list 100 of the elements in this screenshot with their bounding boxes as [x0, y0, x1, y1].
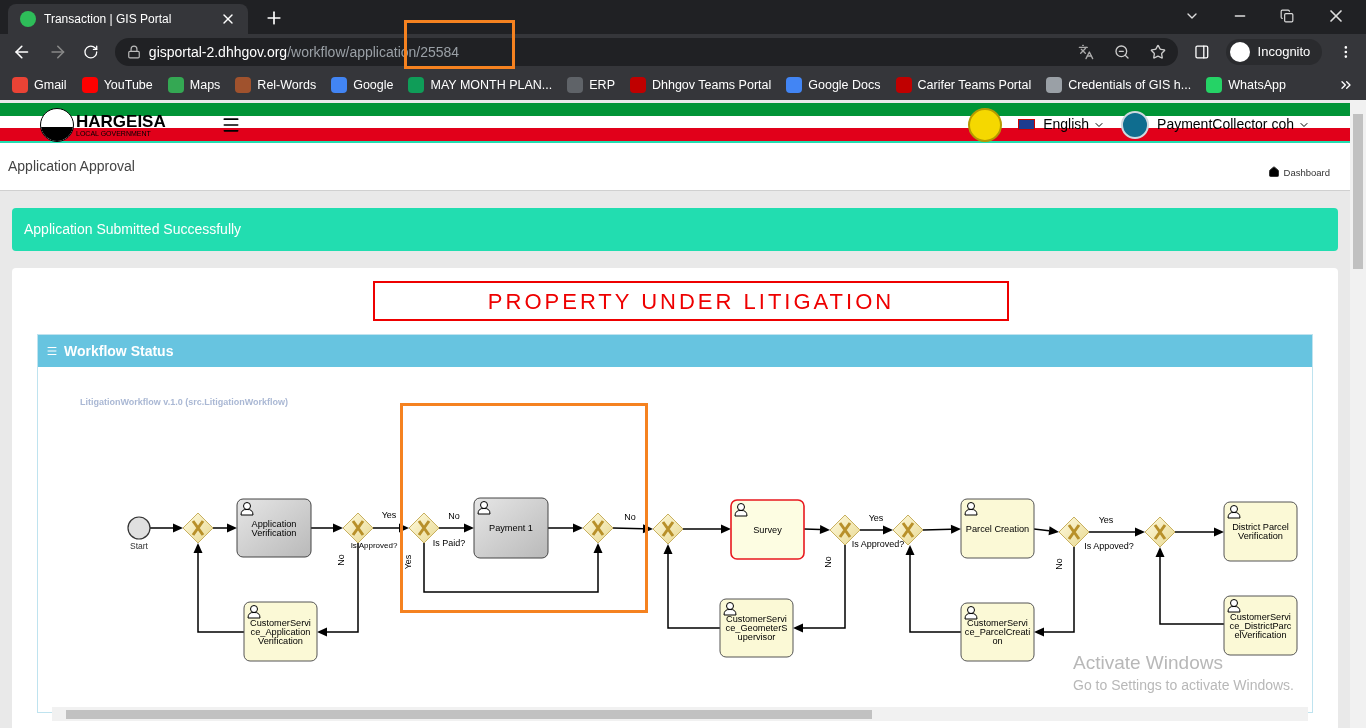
bookmark[interactable]: Google Docs: [786, 75, 881, 95]
profile-chip[interactable]: Incognito: [1225, 39, 1323, 65]
task-label: Payment 1: [489, 523, 533, 533]
bookmark[interactable]: Dhhgov Teams Portal: [629, 75, 772, 95]
user-icon: [247, 605, 261, 619]
user-icon: [964, 606, 978, 620]
horizontal-scrollbar[interactable]: [52, 707, 1308, 721]
bookmark-icon: [81, 77, 98, 93]
flow-arrow: [1174, 527, 1224, 537]
bookmark[interactable]: Credentials of GIS h...: [1046, 75, 1192, 95]
home-icon: [1267, 166, 1280, 178]
translate-icon[interactable]: [1077, 44, 1094, 60]
lock-icon: [126, 45, 141, 59]
flow-label: No: [624, 512, 636, 522]
flow-arrow: [803, 525, 830, 535]
start-event: [127, 516, 151, 540]
panel-title: Workflow Status: [64, 341, 174, 361]
user-icon: [1227, 599, 1241, 613]
flow-arrow: [438, 523, 474, 533]
reload-icon[interactable]: [83, 44, 99, 60]
bookmark-icon: [567, 77, 584, 93]
activation-text: Go to Settings to activate Windows.: [1073, 675, 1294, 695]
flow-arrow: [149, 523, 183, 533]
flow-arrow: [1033, 526, 1059, 536]
bookmark[interactable]: MAY MONTH PLAN...: [408, 75, 553, 95]
flow-arrow: [1088, 527, 1145, 537]
flow-arrow: [547, 523, 583, 533]
flow-label: Yes: [868, 513, 884, 523]
flow-arrow: [859, 525, 893, 535]
user-icon: [734, 503, 748, 517]
bookmark[interactable]: Carifer Teams Portal: [895, 75, 1032, 95]
flow-label: Is Approved?: [350, 541, 398, 550]
user-icon: [964, 502, 978, 516]
bookmark-icon: [1046, 77, 1063, 93]
bookmark[interactable]: Maps: [167, 75, 221, 95]
zoom-out-icon[interactable]: [1113, 44, 1130, 60]
gateway-diamond: [829, 514, 861, 546]
flow-arrow: [612, 524, 653, 534]
flow-arrow: [372, 523, 409, 533]
flow-arrow: [212, 523, 237, 533]
flow-label: Yes: [381, 510, 397, 520]
flow-label: No: [1054, 558, 1064, 570]
list-icon: [46, 345, 58, 357]
user-icon: [240, 502, 254, 516]
bookmark-icon: [167, 77, 184, 93]
bookmark-icon: [408, 77, 425, 93]
bookmark-icon: [235, 77, 252, 93]
user-icon: [477, 501, 491, 515]
user-icon: [1227, 505, 1241, 519]
bookmark[interactable]: YouTube: [81, 75, 153, 95]
task-label: CustomerServi ce_GeometerS upervisor: [725, 614, 788, 642]
flow-arrow: [922, 524, 961, 534]
flow-label: Yes: [1098, 515, 1114, 525]
flag-icon: [1018, 119, 1036, 130]
gateway-diamond: [342, 512, 374, 544]
gateway-diamond: [652, 513, 684, 545]
gateway-diamond: [1058, 516, 1090, 548]
task-label: Application Verification: [251, 518, 297, 538]
bookmark-icon: [1206, 77, 1223, 93]
bookmark-icon: [786, 77, 803, 93]
bookmark-icon: [12, 77, 28, 93]
activation-title: Activate Windows: [1073, 651, 1224, 675]
flow-label: No: [448, 511, 460, 521]
litigation-banner: PROPERTY UNDER LITIGATION: [373, 281, 1009, 321]
vertical-scrollbar[interactable]: [1350, 100, 1366, 728]
bookmark-icon: [331, 77, 348, 93]
bookmark[interactable]: ERP: [567, 75, 615, 95]
flow-label: Is Paid?: [432, 538, 466, 548]
bookmark[interactable]: Rel-Words: [235, 75, 317, 95]
profile-label: Incognito: [1257, 43, 1311, 62]
page-title: Application Approval: [8, 157, 135, 176]
side-panel-icon[interactable]: [1193, 44, 1210, 60]
flow-label: Yes: [403, 554, 413, 570]
bookmark-icon: [629, 77, 646, 93]
gateway-diamond: [408, 512, 440, 544]
language-dropdown[interactable]: English: [1043, 114, 1106, 135]
start-label: Start: [130, 541, 148, 551]
bookmark[interactable]: Google: [331, 75, 394, 95]
gateway-diamond: [1144, 516, 1176, 548]
task-label: CustomerServi ce_DistrictParc elVerification: [1229, 611, 1292, 640]
flow-label: Is Approved?: [851, 539, 905, 549]
bookmark[interactable]: Gmail: [12, 75, 67, 95]
bookmark[interactable]: WhatsApp: [1206, 75, 1286, 95]
bookmark-star-icon[interactable]: [1149, 44, 1166, 60]
flow-arrow: [682, 524, 731, 534]
user-icon: [723, 602, 737, 616]
success-alert: Application Submitted Successfully: [12, 208, 1338, 251]
flow-label: Is Appoved?: [1084, 541, 1134, 551]
gateway-diamond: [182, 512, 214, 544]
task-label: CustomerServi ce_Application Verification: [250, 617, 311, 646]
restore-icon[interactable]: [1280, 9, 1294, 23]
gateway-diamond: [582, 512, 614, 544]
browser-tab[interactable]: Transaction | GIS Portal: [8, 4, 248, 34]
tab-title: Transaction | GIS Portal: [44, 11, 173, 28]
user-dropdown[interactable]: PaymentCollector coh: [1157, 114, 1310, 135]
site-icon: [20, 11, 36, 27]
task-label: Survey: [753, 524, 782, 535]
flow-label: No: [336, 554, 346, 566]
dashboard-link[interactable]: Dashboard: [1267, 166, 1330, 190]
logo-title: HARGEISA: [76, 112, 166, 130]
